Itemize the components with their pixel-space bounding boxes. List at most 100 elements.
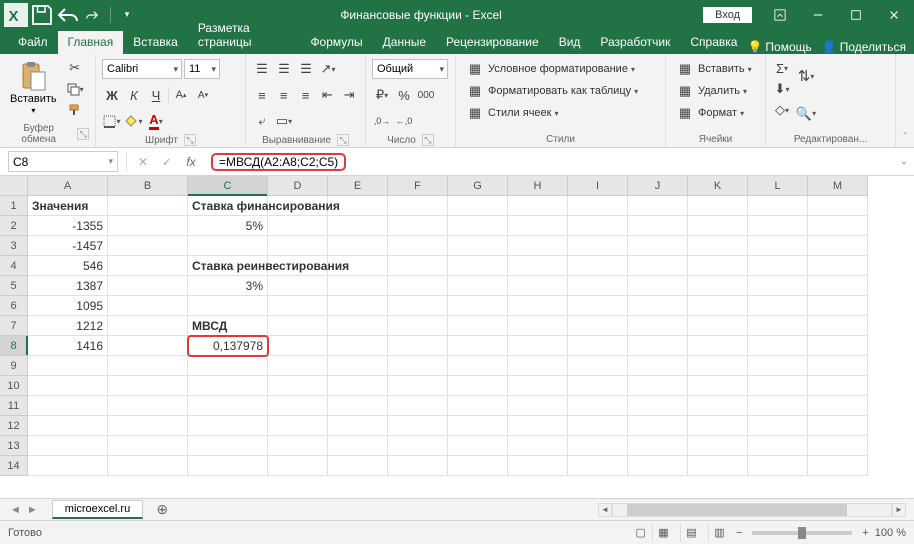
row-header[interactable]: 8	[0, 336, 28, 356]
cell-C10[interactable]	[188, 376, 268, 396]
cell-B13[interactable]	[108, 436, 188, 456]
zoom-in-icon[interactable]: +	[862, 527, 868, 539]
format-cells-button[interactable]: ▦Формат	[672, 102, 759, 124]
cell-J6[interactable]	[628, 296, 688, 316]
cell-M14[interactable]	[808, 456, 868, 476]
col-header[interactable]: H	[508, 176, 568, 196]
cell-I1[interactable]	[568, 196, 628, 216]
cell-I8[interactable]	[568, 336, 628, 356]
row-header[interactable]: 2	[0, 216, 28, 236]
cell-E2[interactable]	[328, 216, 388, 236]
cell-J10[interactable]	[628, 376, 688, 396]
cell-C3[interactable]	[188, 236, 268, 256]
maximize-icon[interactable]	[838, 0, 874, 29]
cell-E13[interactable]	[328, 436, 388, 456]
hscroll-left-icon[interactable]: ◄	[598, 503, 612, 517]
conditional-formatting-button[interactable]: ▦Условное форматирование	[462, 58, 659, 80]
add-sheet-icon[interactable]: ⊕	[151, 501, 173, 518]
cell-D3[interactable]	[268, 236, 328, 256]
cell-A11[interactable]	[28, 396, 108, 416]
cell-H13[interactable]	[508, 436, 568, 456]
cell-F4[interactable]	[388, 256, 448, 276]
paste-button[interactable]: Вставить ▾	[6, 58, 61, 121]
save-icon[interactable]	[30, 3, 54, 27]
align-top-icon[interactable]: ☰	[252, 59, 272, 79]
share-button[interactable]: 👤Поделиться	[822, 40, 906, 54]
cell-C4[interactable]: Ставка реинвестирования	[188, 256, 268, 276]
cell-H10[interactable]	[508, 376, 568, 396]
cell-L9[interactable]	[748, 356, 808, 376]
cell-D13[interactable]	[268, 436, 328, 456]
cell-C1[interactable]: Ставка финансирования	[188, 196, 268, 216]
cell-B10[interactable]	[108, 376, 188, 396]
login-button[interactable]: Вход	[703, 7, 752, 23]
col-header[interactable]: C	[188, 176, 268, 196]
cell-L14[interactable]	[748, 456, 808, 476]
undo-icon[interactable]	[56, 3, 80, 27]
sort-filter-icon[interactable]: ⇅	[796, 66, 816, 86]
tab-insert[interactable]: Вставка	[123, 31, 188, 54]
hscroll-right-icon[interactable]: ►	[892, 503, 906, 517]
cell-I9[interactable]	[568, 356, 628, 376]
align-right-icon[interactable]: ≡	[296, 85, 316, 105]
cell-A13[interactable]	[28, 436, 108, 456]
delete-cells-button[interactable]: ▦Удалить	[672, 80, 759, 102]
increase-font-icon[interactable]: A▴	[171, 85, 191, 105]
cell-A10[interactable]	[28, 376, 108, 396]
cell-styles-button[interactable]: ▦Стили ячеек	[462, 102, 659, 124]
cell-F6[interactable]	[388, 296, 448, 316]
dialog-launcher-icon[interactable]: ⤡	[184, 134, 196, 146]
row-header[interactable]: 12	[0, 416, 28, 436]
cell-D12[interactable]	[268, 416, 328, 436]
cell-H12[interactable]	[508, 416, 568, 436]
cell-I2[interactable]	[568, 216, 628, 236]
cell-A1[interactable]: Значения	[28, 196, 108, 216]
align-bottom-icon[interactable]: ☰	[296, 59, 316, 79]
cell-J1[interactable]	[628, 196, 688, 216]
cell-A4[interactable]: 546	[28, 256, 108, 276]
zoom-level[interactable]: 100 %	[875, 527, 906, 539]
close-icon[interactable]	[876, 0, 912, 29]
cell-I6[interactable]	[568, 296, 628, 316]
cell-G9[interactable]	[448, 356, 508, 376]
cell-E6[interactable]	[328, 296, 388, 316]
cell-M9[interactable]	[808, 356, 868, 376]
cell-M13[interactable]	[808, 436, 868, 456]
col-header[interactable]: L	[748, 176, 808, 196]
cell-J9[interactable]	[628, 356, 688, 376]
cell-C11[interactable]	[188, 396, 268, 416]
cell-A14[interactable]	[28, 456, 108, 476]
cell-M5[interactable]	[808, 276, 868, 296]
name-box[interactable]: C8	[8, 151, 118, 172]
cell-A9[interactable]	[28, 356, 108, 376]
cell-D14[interactable]	[268, 456, 328, 476]
tab-formulas[interactable]: Формулы	[300, 31, 372, 54]
cell-D5[interactable]	[268, 276, 328, 296]
col-header[interactable]: I	[568, 176, 628, 196]
enter-icon[interactable]: ✓	[155, 151, 179, 173]
cell-M7[interactable]	[808, 316, 868, 336]
percent-icon[interactable]: %	[394, 85, 414, 105]
find-select-icon[interactable]: 🔍	[796, 104, 816, 124]
cell-D7[interactable]	[268, 316, 328, 336]
merge-icon[interactable]: ▭	[274, 111, 294, 131]
cell-F7[interactable]	[388, 316, 448, 336]
cell-F14[interactable]	[388, 456, 448, 476]
cell-M4[interactable]	[808, 256, 868, 276]
cell-L4[interactable]	[748, 256, 808, 276]
cell-J7[interactable]	[628, 316, 688, 336]
cell-E5[interactable]	[328, 276, 388, 296]
cell-J3[interactable]	[628, 236, 688, 256]
decrease-font-icon[interactable]: A▾	[193, 85, 213, 105]
align-left-icon[interactable]: ≡	[252, 85, 272, 105]
minimize-icon[interactable]	[800, 0, 836, 29]
cell-K2[interactable]	[688, 216, 748, 236]
cell-H5[interactable]	[508, 276, 568, 296]
cell-D6[interactable]	[268, 296, 328, 316]
cell-I7[interactable]	[568, 316, 628, 336]
cell-L11[interactable]	[748, 396, 808, 416]
orientation-icon[interactable]: ↗	[318, 59, 338, 79]
cell-G12[interactable]	[448, 416, 508, 436]
cell-F1[interactable]	[388, 196, 448, 216]
cell-C14[interactable]	[188, 456, 268, 476]
